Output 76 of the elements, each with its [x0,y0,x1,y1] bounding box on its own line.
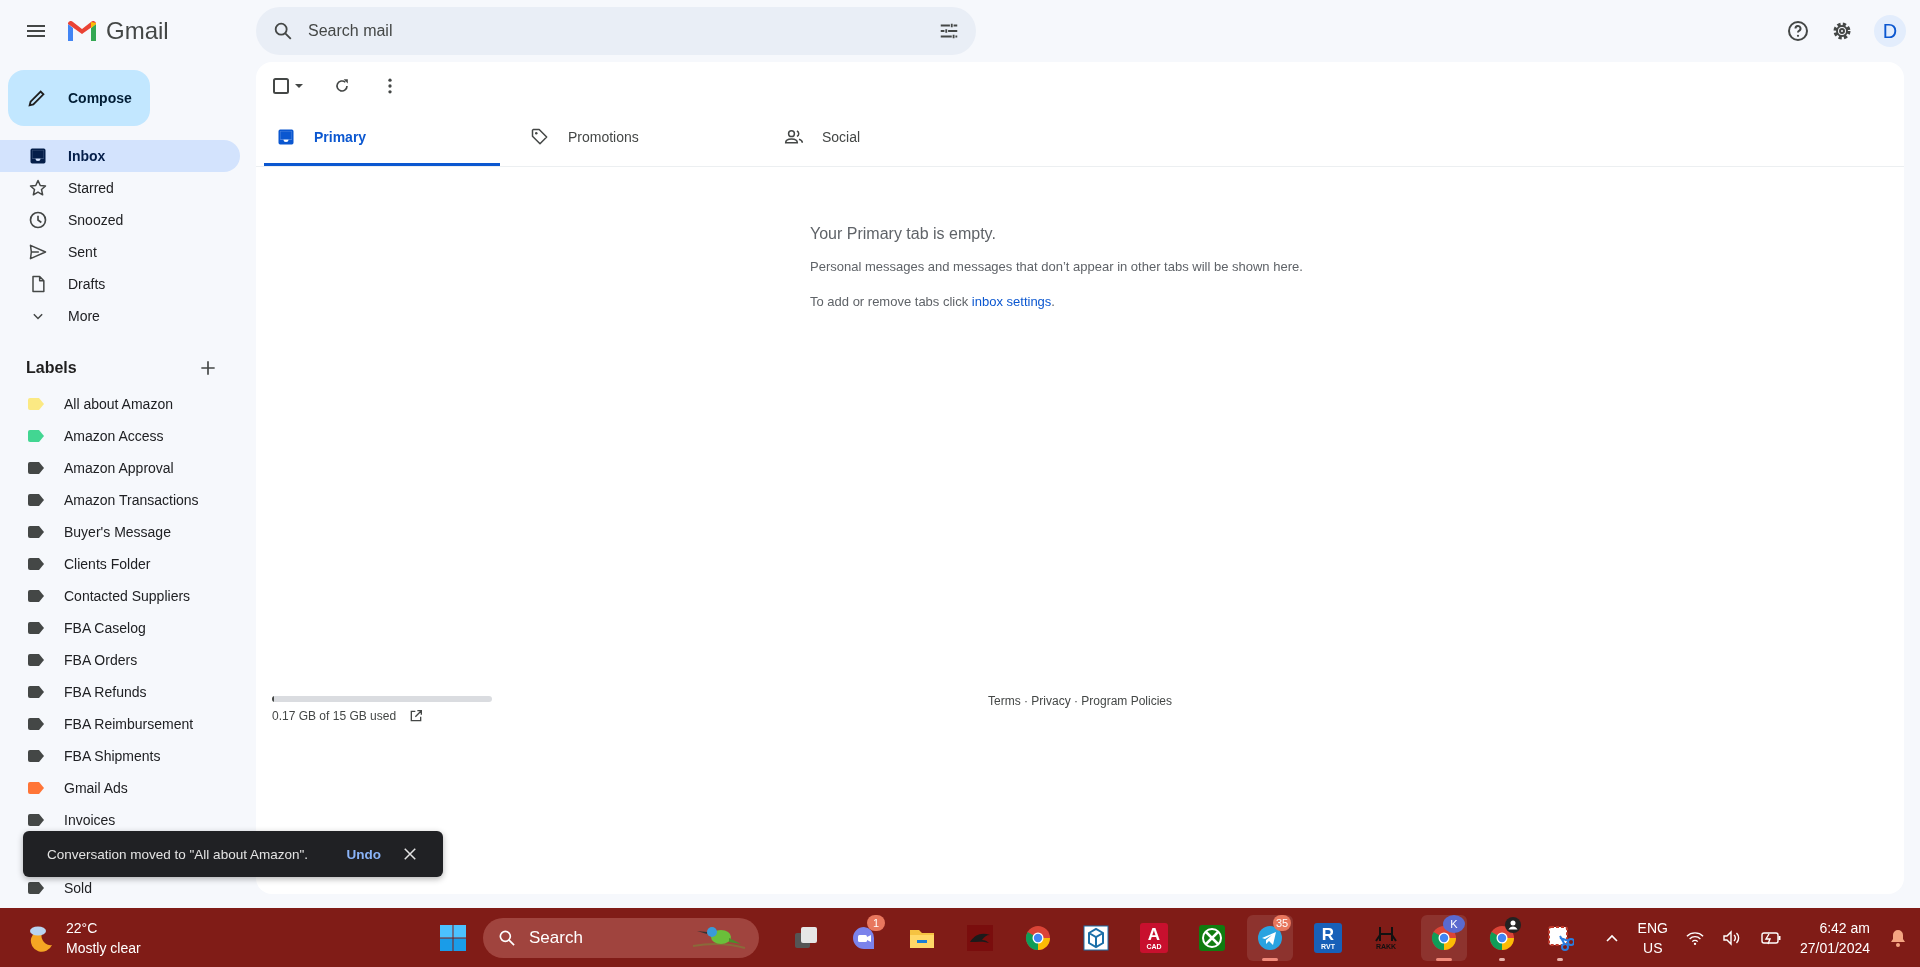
close-icon[interactable] [401,845,419,863]
snipping-tool-icon [1546,923,1574,952]
empty-state-title: Your Primary tab is empty. [810,225,997,243]
dropdown-caret-icon[interactable] [294,81,304,91]
label-item[interactable]: Sold [0,872,240,904]
label-item[interactable]: Amazon Access [0,420,240,452]
labels-heading: Labels [26,359,77,377]
notification-badge: 35 [1273,914,1291,931]
label-item[interactable]: FBA Orders [0,644,240,676]
undo-button[interactable]: Undo [346,846,381,862]
clock-icon [28,210,48,230]
label-item[interactable]: FBA Refunds [0,676,240,708]
nav-item[interactable]: Starred [0,172,240,204]
temperature-text: 22°C [66,918,99,938]
inbox-settings-hint: To add or remove tabs click inbox settings. [810,294,1056,309]
profile-badge-icon [1505,916,1521,933]
taskbar-search-field[interactable]: Search [483,917,759,958]
notification-badge: 1 [867,914,885,931]
dragon-app-icon [966,923,994,952]
account-avatar[interactable]: D [1874,15,1906,47]
wifi-icon[interactable] [1685,929,1704,946]
volume-icon[interactable] [1721,929,1742,946]
search-icon [272,20,294,42]
input-language-text[interactable]: ENG [1637,917,1668,938]
snackbar-message: Conversation moved to "All about Amazon". [47,846,308,862]
running-indicator [1557,957,1563,961]
compose-button[interactable]: Compose [8,70,150,126]
nav-item[interactable]: More [0,300,240,332]
bell-icon[interactable] [1888,927,1908,948]
send-icon [28,242,48,262]
pencil-icon [26,87,48,109]
label-item[interactable]: All about Amazon [0,388,240,420]
storage-usage-text: 0.17 GB of 15 GB used [272,709,397,723]
label-item[interactable]: Gmail Ads [0,772,240,804]
running-indicator [1262,957,1278,961]
label-item[interactable]: Contacted Suppliers [0,580,240,612]
battery-charging-icon[interactable] [1759,929,1782,946]
input-region-text[interactable]: US [1643,937,1663,958]
tag-icon [530,126,550,147]
label-item[interactable]: Buyer's Message [0,516,240,548]
weather-condition-text: Mostly clear [66,938,141,958]
category-tab[interactable]: Primary [264,110,500,166]
nav-item[interactable]: Snoozed [0,204,240,236]
empty-state-message: Personal messages and messages that don’t appear in other tabs will be shown here. [810,259,1304,274]
envelope-logo-icon[interactable] [66,19,98,43]
inbox-icon [28,146,48,166]
external-link-icon[interactable] [408,708,425,724]
select-all-checkbox[interactable] [272,77,290,95]
notification-badge: K [1443,914,1465,933]
label-item[interactable]: Amazon Approval [0,452,240,484]
footer-links[interactable]: Terms · Privacy · Program Policies [492,694,1668,708]
search-field[interactable]: Search mail [256,7,976,55]
label-item[interactable]: FBA Reimbursement [0,708,240,740]
label-item[interactable]: FBA Caselog [0,612,240,644]
nav-item[interactable]: Sent [0,236,240,268]
running-indicator [1436,957,1452,961]
label-item[interactable]: FBA Shipments [0,740,240,772]
label-item[interactable]: Amazon Transactions [0,484,240,516]
star-icon [28,178,48,198]
running-indicator [1499,957,1505,961]
xbox-icon [1198,923,1226,952]
clock-time[interactable]: 6:42 am [1819,917,1870,938]
label-item[interactable]: Clients Folder [0,548,240,580]
windows-start-icon[interactable] [439,923,467,952]
nav-item[interactable]: Inbox [0,140,240,172]
app-name: Gmail [106,17,169,45]
cube-app-icon [1082,923,1110,952]
taskbar-app-button[interactable]: K [1421,914,1467,961]
category-tab[interactable]: Promotions [518,110,754,166]
nav-item[interactable]: Drafts [0,268,240,300]
label-item[interactable]: Invoices [0,804,240,836]
browser-icon [1024,923,1052,952]
help-icon[interactable] [1786,19,1810,43]
category-tab[interactable]: Social [772,110,1008,166]
clock-date[interactable]: 27/01/2024 [1799,937,1870,958]
add-icon[interactable] [198,358,218,378]
